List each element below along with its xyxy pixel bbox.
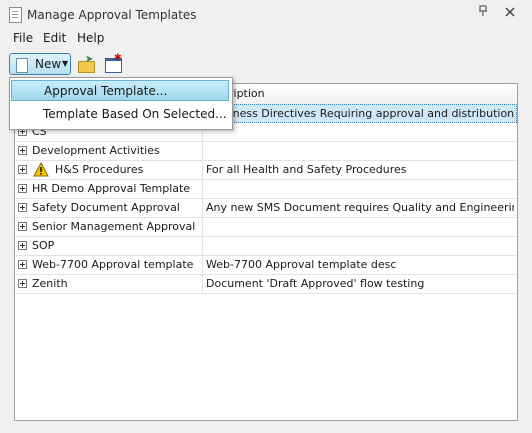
menu-item-template-based-on-selected[interactable]: Template Based On Selected... (11, 104, 229, 125)
expand-icon[interactable] (18, 260, 27, 269)
new-button-label: New (35, 57, 62, 71)
table-row[interactable]: SOP (15, 237, 517, 256)
close-icon[interactable] (502, 5, 518, 21)
template-description: orthiness Directives Requiring approval … (207, 107, 515, 120)
title-bar: Manage Approval Templates (0, 0, 532, 28)
menu-item-label: Template Based On Selected... (43, 107, 227, 121)
menu-file[interactable]: File (13, 31, 33, 45)
template-name: Senior Management Approval (32, 220, 196, 233)
new-button[interactable]: New ▼ (9, 53, 71, 75)
menu-help[interactable]: Help (77, 31, 104, 45)
window-title: Manage Approval Templates (27, 8, 197, 22)
expand-icon[interactable] (18, 222, 27, 231)
template-name: SOP (32, 239, 55, 252)
table-row[interactable]: HR Demo Approval Template (15, 180, 517, 199)
template-name: Development Activities (32, 144, 160, 157)
table-row[interactable]: Safety Document Approval Any new SMS Docu… (15, 199, 517, 218)
template-name: Zenith (32, 277, 68, 290)
expand-icon[interactable] (18, 279, 27, 288)
table-row[interactable]: Senior Management Approval (15, 218, 517, 237)
chevron-down-icon: ▼ (62, 59, 69, 68)
template-description: Any new SMS Document requires Quality an… (206, 201, 514, 214)
menu-item-label: Approval Template... (44, 84, 168, 98)
table-row[interactable]: H&S Procedures For all Health and Safety … (15, 161, 517, 180)
templates-table: ription orthiness Directives Requiring a… (14, 83, 518, 421)
menu-edit[interactable]: Edit (43, 31, 66, 45)
column-header-description[interactable]: ription (229, 87, 265, 100)
expand-icon[interactable] (18, 146, 27, 155)
table-row[interactable]: Zenith Document 'Draft Approved' flow tes… (15, 275, 517, 294)
template-description: Document 'Draft Approved' flow testing (206, 277, 425, 290)
expand-icon[interactable] (18, 203, 27, 212)
template-name: HR Demo Approval Template (32, 182, 191, 195)
manage-approval-templates-window: Manage Approval Templates File Edit Help… (0, 0, 532, 433)
template-name: H&S Procedures (55, 163, 144, 176)
document-icon (9, 7, 22, 23)
warning-icon (33, 162, 49, 177)
expand-icon[interactable] (18, 165, 27, 174)
table-row[interactable]: Web-7700 Approval template Web-7700 Appro… (15, 256, 517, 275)
template-description: For all Health and Safety Procedures (206, 163, 407, 176)
new-calendar-icon[interactable]: ✱ (104, 53, 122, 73)
table-row[interactable]: Development Activities (15, 142, 517, 161)
pin-icon[interactable] (475, 5, 491, 21)
open-folder-icon[interactable]: ➤ (77, 54, 95, 73)
template-name: Safety Document Approval (32, 201, 180, 214)
new-document-icon (16, 58, 28, 73)
expand-icon[interactable] (18, 184, 27, 193)
menu-item-approval-template[interactable]: Approval Template... (11, 80, 229, 101)
menu-bar: File Edit Help (0, 30, 532, 48)
template-description: Web-7700 Approval template desc (206, 258, 397, 271)
template-name: Web-7700 Approval template (32, 258, 194, 271)
new-dropdown-menu: Approval Template... Template Based On S… (9, 77, 233, 130)
expand-icon[interactable] (18, 241, 27, 250)
